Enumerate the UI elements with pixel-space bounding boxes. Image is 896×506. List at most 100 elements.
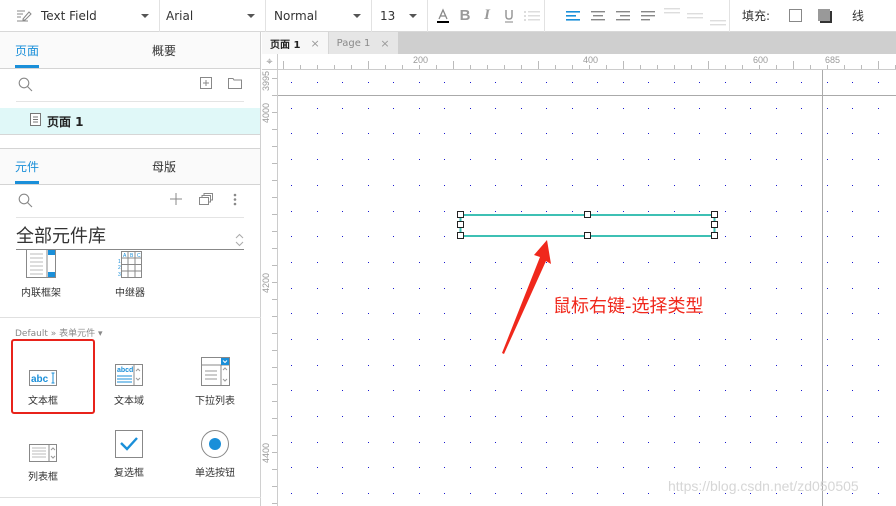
widget-text-area[interactable]: abcd 文本域 [89, 356, 169, 407]
grid-dot [342, 82, 343, 83]
grid-dot [444, 82, 445, 83]
ruler-tick [272, 486, 277, 487]
grid-dot [470, 416, 471, 417]
grid-dot [852, 288, 853, 289]
grid-dot [419, 185, 420, 186]
close-icon[interactable]: × [310, 37, 319, 50]
tab-masters[interactable]: 母版 [130, 149, 260, 184]
svg-text:3: 3 [118, 272, 121, 278]
widget-inline-frame[interactable]: 内联框架 [1, 248, 81, 299]
ruler-tick [272, 384, 277, 385]
grid-dot [521, 159, 522, 160]
ruler-label: 600 [753, 55, 769, 65]
grid-dot [317, 339, 318, 340]
crosshair-icon[interactable]: ⌖ [262, 54, 278, 70]
grid-dot [342, 339, 343, 340]
grid-dot [317, 442, 318, 443]
add-page-icon[interactable] [200, 77, 212, 92]
grid-dot [648, 365, 649, 366]
doc-tab-page1[interactable]: 页面 1 × [262, 32, 328, 54]
widget-radio-button[interactable]: 单选按钮 [175, 428, 255, 479]
grid-dot [317, 133, 318, 134]
tab-outline[interactable]: 概要 [130, 32, 260, 68]
valign-bottom-icon[interactable] [708, 5, 727, 27]
search-icon[interactable] [18, 77, 33, 95]
widget-droplist[interactable]: 下拉列表 [175, 352, 255, 407]
grid-dot [699, 365, 700, 366]
ruler-label: 4000 [261, 102, 272, 124]
fill-label: 填充: [742, 9, 771, 23]
widget-list-box[interactable]: 列表框 [3, 432, 83, 483]
grid-dot [827, 262, 828, 263]
font-family-select[interactable]: Arial [160, 0, 266, 32]
grid-dot [393, 313, 394, 314]
grid-dot [597, 82, 598, 83]
grid-dot [470, 288, 471, 289]
align-center-icon[interactable] [589, 5, 608, 27]
grid-dot [393, 390, 394, 391]
grid-dot [597, 288, 598, 289]
fill-color-icon[interactable] [784, 5, 806, 27]
grid-dot [776, 467, 777, 468]
doc-tab-page1-en[interactable]: Page 1 × [327, 32, 398, 54]
grid-dot [725, 339, 726, 340]
add-library-icon[interactable] [170, 193, 182, 208]
grid-dot [699, 339, 700, 340]
grid-dot [291, 262, 292, 263]
more-options-icon[interactable] [233, 193, 237, 209]
grid-dot [801, 339, 802, 340]
grid-dot [444, 133, 445, 134]
bold-icon[interactable]: B [458, 5, 472, 27]
ruler-tick [272, 214, 277, 215]
align-left-icon[interactable] [564, 5, 583, 27]
grid-dot [291, 493, 292, 494]
widget-checkbox[interactable]: 复选框 [89, 428, 169, 479]
valign-top-icon[interactable] [662, 5, 681, 27]
grid-dot [648, 493, 649, 494]
repeater-icon: ABC123 [90, 248, 170, 278]
search-icon[interactable] [18, 193, 33, 211]
grid-dot [750, 390, 751, 391]
widget-repeater[interactable]: ABC123 中继器 [90, 248, 170, 299]
grid-dot [699, 416, 700, 417]
library-name: 全部元件库 [16, 226, 106, 247]
ruler-tick [272, 265, 277, 266]
section-label[interactable]: Default » 表单元件 ▾ [15, 326, 103, 339]
grid-dot [444, 108, 445, 109]
grid-dot [393, 467, 394, 468]
ruler-label: 4200 [261, 272, 272, 294]
italic-icon[interactable]: I [480, 5, 494, 27]
grid-dot [597, 467, 598, 468]
grid-dot [648, 390, 649, 391]
add-folder-icon[interactable] [228, 77, 242, 92]
tab-pages[interactable]: 页面 [0, 32, 130, 68]
close-icon[interactable]: × [380, 37, 389, 50]
grid-dot [368, 416, 369, 417]
shadow-icon[interactable] [814, 5, 836, 27]
grid-dot [393, 339, 394, 340]
grid-dot [674, 262, 675, 263]
manage-libraries-icon[interactable] [199, 193, 213, 208]
underline-icon[interactable] [502, 5, 516, 27]
align-right-icon[interactable] [614, 5, 633, 27]
grid-dot [623, 288, 624, 289]
grid-dot [444, 442, 445, 443]
tab-widgets[interactable]: 元件 [0, 149, 130, 184]
justify-icon[interactable] [639, 5, 658, 27]
valign-middle-icon[interactable] [685, 5, 704, 27]
font-style-select[interactable]: Normal [266, 0, 372, 32]
library-select[interactable]: 全部元件库 [16, 224, 244, 250]
bullet-list-icon[interactable] [524, 5, 540, 27]
widget-type-select[interactable]: Text Field [0, 0, 160, 32]
grid-dot [419, 108, 420, 109]
grid-dot [827, 236, 828, 237]
grid-dot [444, 185, 445, 186]
page-list-item[interactable]: 页面 1 [0, 108, 260, 135]
font-size-select[interactable]: 13 [372, 0, 428, 32]
design-canvas[interactable] [278, 70, 896, 506]
grid-dot [291, 288, 292, 289]
ruler-tick [272, 197, 277, 198]
text-color-icon[interactable] [436, 5, 450, 27]
grid-dot [495, 467, 496, 468]
grid-dot [699, 467, 700, 468]
